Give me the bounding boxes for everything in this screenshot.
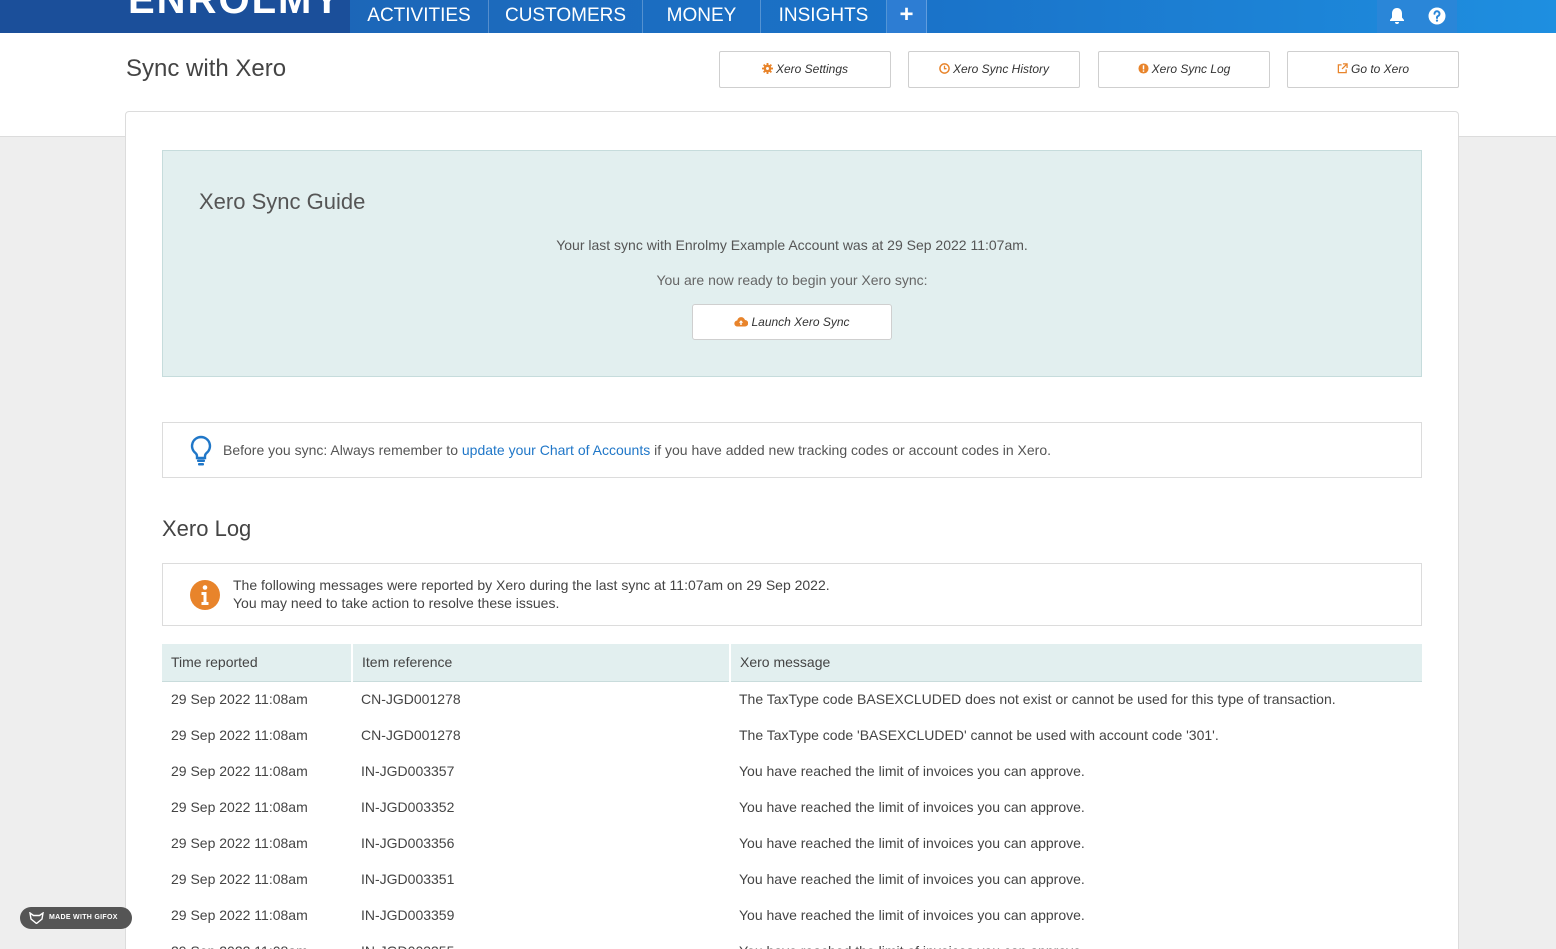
cell-reference: IN-JGD003359 (361, 907, 455, 923)
guide-title: Xero Sync Guide (199, 189, 366, 214)
table-header-row: Time reported Item reference Xero messag… (162, 644, 1422, 682)
brand-name: ENROLMY (128, 0, 342, 22)
cell-message: You have reached the limit of invoices y… (739, 907, 1085, 923)
help-button[interactable] (1417, 0, 1457, 33)
alert-icon (1138, 63, 1149, 74)
brand-logo[interactable]: ENROLMY (0, 0, 350, 33)
page-title: Sync with Xero (126, 55, 287, 82)
ready-text: You are now ready to begin your Xero syn… (656, 272, 928, 288)
cell-time: 29 Sep 2022 11:08am (162, 933, 352, 949)
cell-reference: CN-JGD001278 (361, 727, 461, 743)
table-row: 29 Sep 2022 11:08am IN-JGD003357 You have … (162, 753, 1422, 789)
bell-icon (1390, 8, 1404, 24)
cell-message: The TaxType code 'BASEXCLUDED' cannot be… (739, 727, 1219, 743)
xero-sync-history-label: Xero Sync History (952, 62, 1050, 76)
nav-customers[interactable]: CUSTOMERS (489, 0, 643, 33)
cell-message: You have reached the limit of invoices y… (739, 799, 1085, 815)
log-notice: The following messages were reported by … (162, 563, 1422, 626)
notice-line-2: You may need to take action to resolve t… (233, 595, 560, 611)
gear-icon (761, 63, 773, 74)
notifications-button[interactable] (1377, 0, 1417, 33)
nav-activities[interactable]: ACTIVITIES (350, 0, 489, 33)
clock-icon (939, 63, 950, 74)
table-row: 29 Sep 2022 11:08am CN-JGD001278 The TaxTy… (162, 717, 1422, 753)
sync-tip: Before you sync: Always remember to upda… (162, 422, 1422, 478)
table-row: 29 Sep 2022 11:08am CN-JGD001278 The TaxTy… (162, 681, 1422, 717)
top-nav: ENROLMY ACTIVITIES CUSTOMERS MONEY INSIG… (0, 0, 1556, 33)
xero-settings-label: Xero Settings (775, 62, 849, 76)
table-row: 29 Sep 2022 11:08amIN-JGD003355You have … (162, 933, 1422, 949)
go-to-xero-button[interactable]: Go to Xero (1287, 51, 1459, 88)
nav-insights[interactable]: INSIGHTS (761, 0, 887, 33)
cell-message: You have reached the limit of invoices y… (730, 933, 1422, 949)
cell-time: 29 Sep 2022 11:08am (171, 871, 308, 887)
sync-guide-panel: Xero Sync Guide Your last sync with Enro… (162, 150, 1422, 377)
add-new-button[interactable]: + (887, 0, 927, 33)
fox-icon (29, 912, 44, 924)
cloud-upload-icon (734, 317, 749, 327)
cell-reference: IN-JGD003352 (361, 799, 455, 815)
notice-line-1: The following messages were reported by … (233, 577, 830, 593)
info-icon (190, 580, 220, 610)
table-row: 29 Sep 2022 11:08am IN-JGD003359 You have … (162, 897, 1422, 933)
last-sync-text: Your last sync with Enrolmy Example Acco… (556, 237, 1028, 253)
xero-log-table: Time reported Item reference Xero messag… (162, 644, 1422, 949)
table-row: 29 Sep 2022 11:08am IN-JGD003351 You have … (162, 861, 1422, 897)
cell-message: You have reached the limit of invoices y… (739, 763, 1085, 779)
xero-sync-log-label: Xero Sync Log (1151, 62, 1231, 76)
cell-reference: IN-JGD003356 (361, 835, 455, 851)
cell-reference: CN-JGD001278 (361, 691, 461, 708)
table-row: 29 Sep 2022 11:08am IN-JGD003352 You have … (162, 789, 1422, 825)
nav-money[interactable]: MONEY (643, 0, 761, 33)
launch-xero-sync-button[interactable]: Launch Xero Sync (692, 304, 892, 340)
xero-sync-history-button[interactable]: Xero Sync History (908, 51, 1080, 88)
column-xero-message[interactable]: Xero message (730, 644, 1422, 682)
cell-time: 29 Sep 2022 11:08am (171, 835, 308, 851)
table-row: 29 Sep 2022 11:08am IN-JGD003356 You have … (162, 825, 1422, 861)
tip-text: Before you sync: Always remember to upda… (223, 442, 1051, 458)
cell-time: 29 Sep 2022 11:08am (171, 907, 308, 923)
cell-reference: IN-JGD003351 (361, 871, 455, 887)
xero-log-title: Xero Log (162, 516, 252, 541)
column-item-reference[interactable]: Item reference (352, 644, 731, 682)
cell-message: You have reached the limit of invoices y… (739, 835, 1085, 851)
gifox-watermark: MADE WITH GIFOX (20, 907, 132, 929)
xero-sync-log-button[interactable]: Xero Sync Log (1098, 51, 1270, 88)
xero-settings-button[interactable]: Xero Settings (719, 51, 891, 88)
column-time-reported[interactable]: Time reported (162, 644, 353, 682)
external-link-icon (1337, 63, 1348, 74)
cell-time: 29 Sep 2022 11:08am (171, 763, 308, 779)
cell-time: 29 Sep 2022 11:08am (171, 799, 308, 815)
chart-of-accounts-link[interactable]: update your Chart of Accounts (462, 442, 650, 458)
cell-time: 29 Sep 2022 11:08am (171, 691, 308, 708)
lightbulb-icon (190, 435, 212, 466)
gifox-label: MADE WITH GIFOX (49, 914, 118, 921)
cell-time: 29 Sep 2022 11:08am (171, 727, 308, 743)
help-icon (1428, 7, 1446, 25)
tip-text-before: Before you sync: Always remember to (223, 442, 462, 458)
tip-text-after: if you have added new tracking codes or … (650, 442, 1052, 458)
go-to-xero-label: Go to Xero (1350, 62, 1410, 76)
cell-message: You have reached the limit of invoices y… (739, 871, 1085, 887)
cell-reference: IN-JGD003355 (352, 933, 730, 949)
cell-message: The TaxType code BASEXCLUDED does not ex… (739, 691, 1336, 708)
launch-xero-sync-label: Launch Xero Sync (751, 315, 850, 329)
cell-reference: IN-JGD003357 (361, 763, 455, 779)
